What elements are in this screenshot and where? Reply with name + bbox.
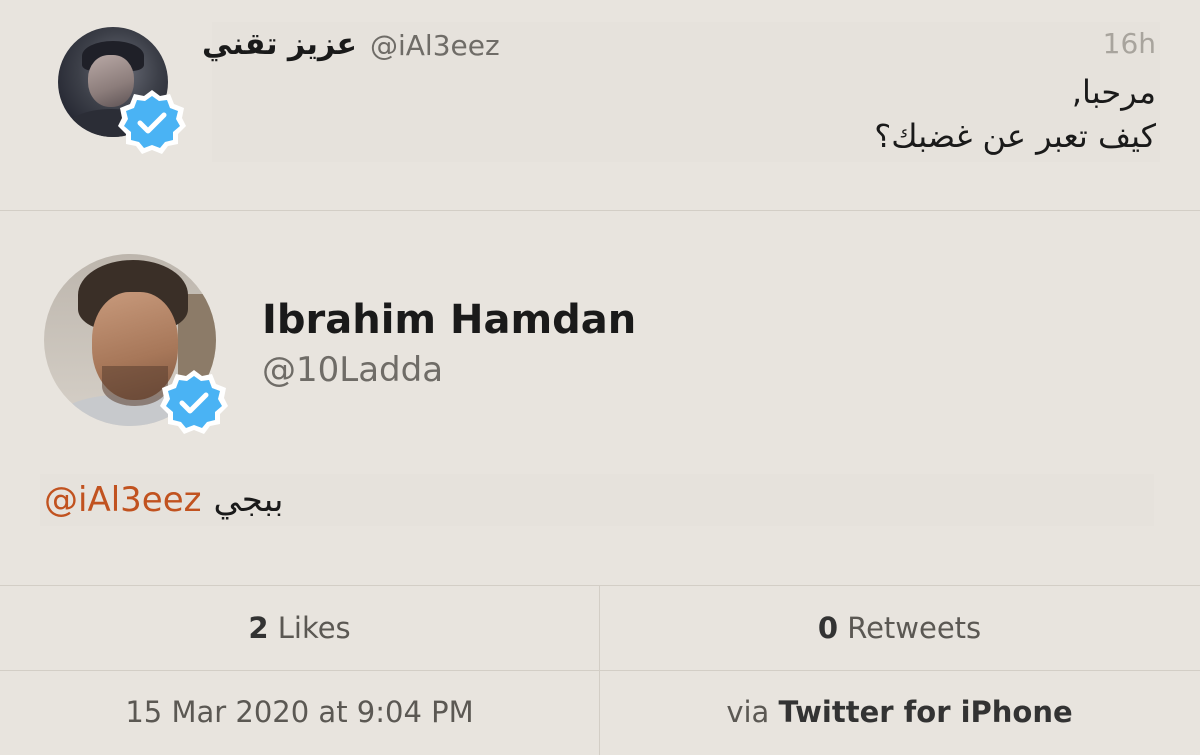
retweets-stat[interactable]: 0 Retweets <box>600 608 1199 648</box>
main-handle[interactable]: @10Ladda <box>262 348 443 392</box>
likes-label: Likes <box>277 611 351 645</box>
divider <box>0 670 1200 671</box>
retweets-count: 0 <box>817 611 838 645</box>
via-prefix: via <box>726 695 770 729</box>
tweet-source[interactable]: via Twitter for iPhone <box>600 692 1199 732</box>
parent-tweet[interactable]: عزيز تقني @iAl3eez 16h مرحبا, كيف تعبر ع… <box>0 0 1200 210</box>
verified-badge-icon <box>160 370 228 434</box>
tweet-word: ببجي <box>213 480 284 520</box>
parent-text-line: مرحبا, <box>1071 73 1156 111</box>
date-text: 15 Mar 2020 at 9:04 PM <box>125 695 474 729</box>
likes-count: 2 <box>248 611 269 645</box>
avatar-beard-shape <box>102 366 168 406</box>
likes-stat[interactable]: 2 Likes <box>0 608 599 648</box>
parent-timestamp: 16h <box>1102 27 1156 60</box>
via-app-name: Twitter for iPhone <box>778 695 1073 729</box>
main-display-name[interactable]: Ibrahim Hamdan <box>262 296 636 344</box>
divider <box>0 210 1200 211</box>
retweets-label: Retweets <box>847 611 982 645</box>
main-tweet-text: @iAl3eez ببجي <box>40 474 1154 526</box>
divider <box>0 585 1200 586</box>
parent-text-line: كيف تعبر عن غضبك؟ <box>874 117 1156 155</box>
mention-link[interactable]: @iAl3eez <box>44 480 201 520</box>
verified-badge-icon <box>118 90 186 154</box>
tweet-date: 15 Mar 2020 at 9:04 PM <box>0 692 599 732</box>
parent-handle[interactable]: @iAl3eez <box>370 28 500 64</box>
parent-tweet-text: مرحبا, كيف تعبر عن غضبك؟ <box>656 70 1156 158</box>
parent-display-name[interactable]: عزيز تقني <box>202 20 357 70</box>
